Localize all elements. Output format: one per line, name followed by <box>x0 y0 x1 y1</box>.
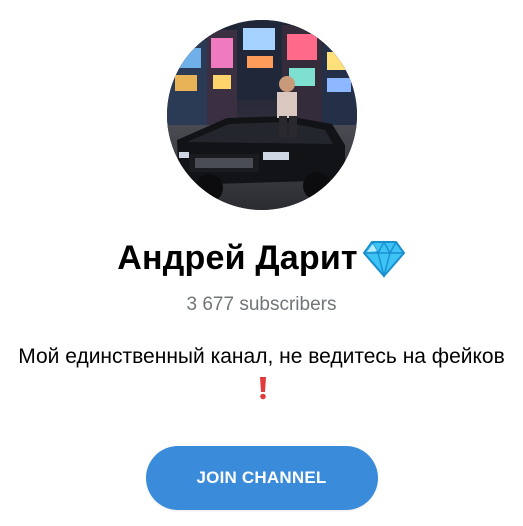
channel-avatar-photo <box>166 20 357 210</box>
subscriber-count: 3 677 subscribers <box>186 294 337 315</box>
diamond-gem-icon <box>362 240 405 278</box>
channel-title: Андрей Дарит <box>117 238 358 277</box>
channel-title-row: Андрей Дарит <box>117 236 406 280</box>
join-channel-button[interactable]: JOIN CHANNEL <box>145 446 378 510</box>
channel-avatar <box>166 20 357 210</box>
channel-description-text: Мой единственный канал, не ведитесь на ф… <box>18 345 505 368</box>
red-exclamation-icon <box>259 377 266 400</box>
channel-preview: Андрей Дарит 3 677 subscribers Мой единс… <box>0 0 523 526</box>
channel-description: Мой единственный канал, не ведитесь на ф… <box>17 340 507 408</box>
